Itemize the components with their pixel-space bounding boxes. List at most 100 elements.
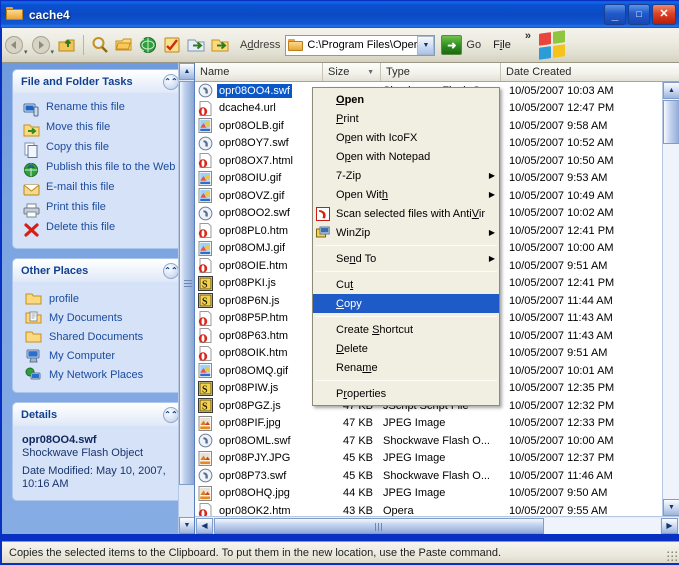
menu-item-send-to[interactable]: Send To ▶ — [313, 249, 499, 268]
cell-name[interactable]: Sopr08PKI.js — [195, 275, 323, 291]
resize-grip-icon[interactable] — [665, 549, 677, 561]
places-panel-header[interactable]: Other Places ⌃⌃ — [13, 259, 185, 282]
chevron-up-icon[interactable]: ▲ — [663, 82, 679, 99]
cell-name[interactable]: opr08OIU.gif — [195, 170, 323, 186]
cell-name[interactable]: opr08OLB.gif — [195, 118, 323, 134]
title-bar[interactable]: cache4 _ □ ✕ — [1, 1, 679, 28]
cell-name[interactable]: Sopr08P6N.js — [195, 293, 323, 309]
address-value[interactable]: C:\Program Files\Oper — [307, 39, 417, 51]
task-move-this-file[interactable]: Move this file — [17, 120, 181, 140]
menu-item-print[interactable]: Print — [313, 109, 499, 128]
scrollbar-track[interactable] — [544, 517, 660, 534]
maximize-button[interactable]: □ — [628, 4, 650, 25]
address-dropdown-icon[interactable]: ▼ — [417, 35, 435, 55]
task-publish-this-file-to-the-web[interactable]: Publish this file to the Web — [17, 160, 181, 180]
chevron-left-icon[interactable]: ◀ — [196, 517, 213, 534]
back-button[interactable] — [3, 34, 25, 56]
place-my-network-places[interactable]: My Network Places — [17, 365, 181, 384]
cell-name[interactable]: dcache4.url — [195, 100, 323, 116]
cell-name[interactable]: opr08P63.htm — [195, 328, 323, 344]
go-button[interactable]: ➜ Go — [441, 35, 481, 55]
menu-item-open-with-icofx[interactable]: Open with IcoFX — [313, 128, 499, 147]
scrollbar-thumb[interactable] — [179, 81, 194, 485]
cell-name[interactable]: opr08OIE.htm — [195, 258, 323, 274]
task-print-this-file[interactable]: Print this file — [17, 200, 181, 220]
scrollbar-thumb[interactable] — [214, 517, 544, 534]
chevron-up-icon[interactable]: ▲ — [179, 63, 194, 80]
cell-name[interactable]: opr08OML.swf — [195, 433, 323, 448]
address-bar[interactable]: C:\Program Files\Oper ▼ — [285, 34, 436, 56]
tasks-panel-header[interactable]: File and Folder Tasks ⌃⌃ — [13, 70, 185, 93]
column-header-type[interactable]: Type — [381, 63, 501, 81]
cell-name[interactable]: opr08OVZ.gif — [195, 188, 323, 204]
menu-item-open-with[interactable]: Open With ▶ — [313, 185, 499, 204]
cell-name[interactable]: opr08PJY.JPG — [195, 450, 323, 466]
cell-name[interactable]: opr08OMJ.gif — [195, 240, 323, 256]
menu-item-scan-selected-files-with-antivir[interactable]: Scan selected files with AntiVir — [313, 204, 499, 223]
forward-button[interactable] — [30, 34, 52, 56]
table-row[interactable]: opr08PJY.JPG 45 KB JPEG Image 10/05/2007 12… — [195, 450, 679, 468]
move-to-icon[interactable] — [185, 34, 207, 56]
menu-item-delete[interactable]: Delete — [313, 339, 499, 358]
menu-item-create-shortcut[interactable]: Create Shortcut — [313, 320, 499, 339]
close-button[interactable]: ✕ — [652, 4, 676, 25]
table-row[interactable]: opr08PIF.jpg 47 KB JPEG Image 10/05/2007 12… — [195, 415, 679, 433]
cell-name[interactable]: opr08OHQ.jpg — [195, 485, 323, 501]
cell-name[interactable]: Sopr08PGZ.js — [195, 398, 323, 414]
column-header-name[interactable]: Name — [195, 63, 323, 81]
menu-item-winzip[interactable]: WinZip ▶ — [313, 223, 499, 242]
search-icon[interactable] — [89, 34, 111, 56]
table-row[interactable]: opr08P73.swf 45 KB Shockwave Flash O... 10/… — [195, 467, 679, 485]
column-header-size[interactable]: Size ▼ — [323, 63, 381, 81]
copy-to-icon[interactable] — [209, 34, 231, 56]
cell-name[interactable]: opr08OIK.htm — [195, 345, 323, 361]
place-profile[interactable]: profile — [17, 289, 181, 308]
chevron-up-icon[interactable]: ⌃⌃ — [163, 262, 179, 279]
chevron-up-icon[interactable]: ⌃⌃ — [163, 406, 179, 423]
cell-name[interactable]: opr08OMQ.gif — [195, 363, 323, 379]
toolbar-overflow-button[interactable]: » — [525, 28, 531, 42]
cell-name[interactable]: opr08P73.swf — [195, 468, 323, 483]
task-delete-this-file[interactable]: Delete this file — [17, 220, 181, 240]
menu-item-rename[interactable]: Rename — [313, 358, 499, 377]
chevron-down-icon[interactable]: ▼ — [179, 517, 194, 534]
cell-name[interactable]: opr08PL0.htm — [195, 223, 323, 239]
favorites-icon[interactable] — [161, 34, 183, 56]
menu-item-copy[interactable]: Copy — [313, 294, 499, 313]
cell-name[interactable]: opr08OY7.swf — [195, 136, 323, 151]
chevron-right-icon[interactable]: ▶ — [661, 517, 678, 534]
cell-name[interactable]: opr08PIF.jpg — [195, 415, 323, 431]
cell-name[interactable]: opr08OO2.swf — [195, 206, 323, 221]
task-copy-this-file[interactable]: Copy this file — [17, 140, 181, 160]
menu-item-cut[interactable]: Cut — [313, 275, 499, 294]
cell-name[interactable]: opr08OO4.swf — [195, 83, 323, 98]
chevron-up-icon[interactable]: ⌃⌃ — [163, 73, 179, 90]
cell-name[interactable]: Sopr08PIW.js — [195, 380, 323, 396]
file-list-horizontal-scrollbar[interactable]: ◀ ▶ — [195, 516, 679, 534]
details-panel-header[interactable]: Details ⌃⌃ — [13, 403, 185, 426]
table-row[interactable]: opr08OML.swf 47 KB Shockwave Flash O... 10/… — [195, 432, 679, 450]
menu-file[interactable]: File — [493, 39, 511, 51]
scrollbar-thumb[interactable] — [663, 100, 679, 144]
cell-name[interactable]: opr08OX7.html — [195, 153, 323, 169]
cell-name[interactable]: opr08P5P.htm — [195, 310, 323, 326]
folders-icon[interactable] — [113, 34, 135, 56]
menu-item-7-zip[interactable]: 7-Zip ▶ — [313, 166, 499, 185]
menu-item-open[interactable]: Open — [313, 90, 499, 109]
place-my-documents[interactable]: My Documents — [17, 308, 181, 327]
task-rename-this-file[interactable]: Rename this file — [17, 100, 181, 120]
chevron-down-icon[interactable]: ▼ — [663, 499, 679, 516]
minimize-button[interactable]: _ — [604, 4, 626, 25]
history-icon[interactable] — [137, 34, 159, 56]
task-e-mail-this-file[interactable]: E-mail this file — [17, 180, 181, 200]
menu-item-open-with-notepad[interactable]: Open with Notepad — [313, 147, 499, 166]
cell-name[interactable]: opr08OK2.htm — [195, 503, 323, 516]
table-row[interactable]: opr08OK2.htm 43 KB Opera 10/05/2007 9:55 AM — [195, 502, 679, 516]
file-list-vertical-scrollbar[interactable]: ▲ ▼ — [662, 82, 679, 516]
up-button[interactable] — [56, 34, 78, 56]
place-my-computer[interactable]: My Computer — [17, 346, 181, 365]
column-header-date-created[interactable]: Date Created — [501, 63, 661, 81]
menu-item-properties[interactable]: Properties — [313, 384, 499, 403]
table-row[interactable]: opr08OHQ.jpg 44 KB JPEG Image 10/05/2007 9:… — [195, 485, 679, 503]
place-shared-documents[interactable]: Shared Documents — [17, 327, 181, 346]
